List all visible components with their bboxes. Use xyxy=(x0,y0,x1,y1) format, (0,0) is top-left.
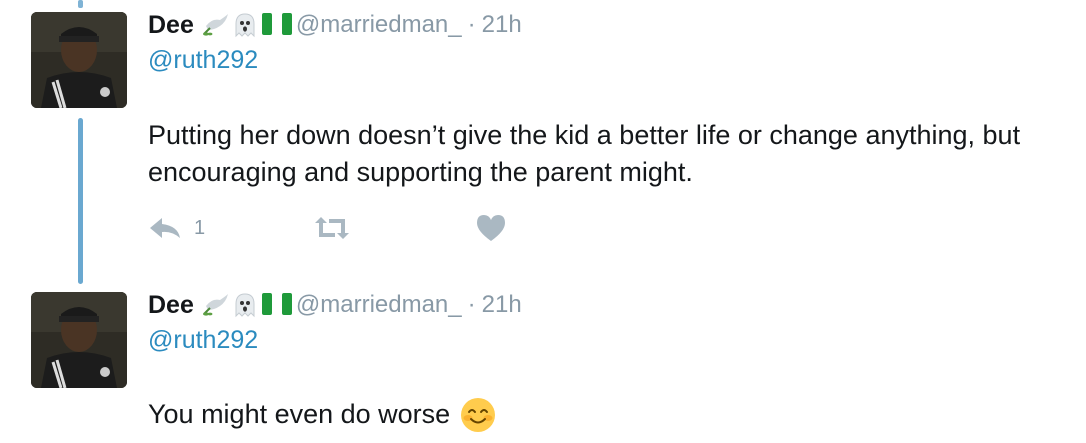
smiling-face-with-smiling-eyes-icon xyxy=(460,397,496,433)
separator-dot: · xyxy=(467,291,476,318)
tweet-1[interactable]: Dee @marriedman_ · 21h @ruth292 Putting … xyxy=(0,0,1086,284)
user-handle[interactable]: @marriedman_ xyxy=(296,291,462,319)
tweet-text: You might even do worse xyxy=(148,399,451,429)
thread-line xyxy=(78,118,83,284)
avatar[interactable] xyxy=(31,12,127,108)
dove-olive-branch-icon xyxy=(202,12,228,38)
avatar[interactable] xyxy=(31,292,127,388)
name-emojis xyxy=(202,12,292,38)
user-handle[interactable]: @marriedman_ xyxy=(296,11,462,39)
ghost-icon xyxy=(232,12,258,38)
retweet-button[interactable] xyxy=(313,215,475,241)
dove-olive-branch-icon xyxy=(202,292,228,318)
reply-icon xyxy=(148,216,182,240)
nigeria-flag-icon xyxy=(261,292,292,318)
tweet-text: Putting her down doesn’t give the kid a … xyxy=(148,120,1021,187)
display-name[interactable]: Dee xyxy=(148,291,194,320)
tweet-header: Dee @marriedman_ · 21h xyxy=(148,288,522,322)
timestamp[interactable]: 21h xyxy=(482,291,522,319)
tweet-header: Dee @marriedman_ · 21h xyxy=(148,8,522,42)
reply-to-mention[interactable]: @ruth292 xyxy=(148,46,258,75)
display-name[interactable]: Dee xyxy=(148,11,194,40)
reply-count: 1 xyxy=(194,216,206,239)
tweet-2[interactable]: Dee @marriedman_ · 21h @ruth292 You migh… xyxy=(0,280,1086,434)
reply-button[interactable]: 1 xyxy=(148,216,313,240)
retweet-icon xyxy=(313,215,351,241)
separator-dot: · xyxy=(467,11,476,38)
thread-line-top xyxy=(78,0,83,8)
nigeria-flag-icon xyxy=(261,12,292,38)
tweet-text-row: You might even do worse xyxy=(148,396,748,433)
like-button[interactable] xyxy=(475,213,507,243)
reply-to-mention[interactable]: @ruth292 xyxy=(148,326,258,355)
timestamp[interactable]: 21h xyxy=(482,11,522,39)
name-emojis xyxy=(202,292,292,318)
like-heart-icon xyxy=(475,213,507,243)
tweet-actions: 1 xyxy=(148,210,507,246)
ghost-icon xyxy=(232,292,258,318)
